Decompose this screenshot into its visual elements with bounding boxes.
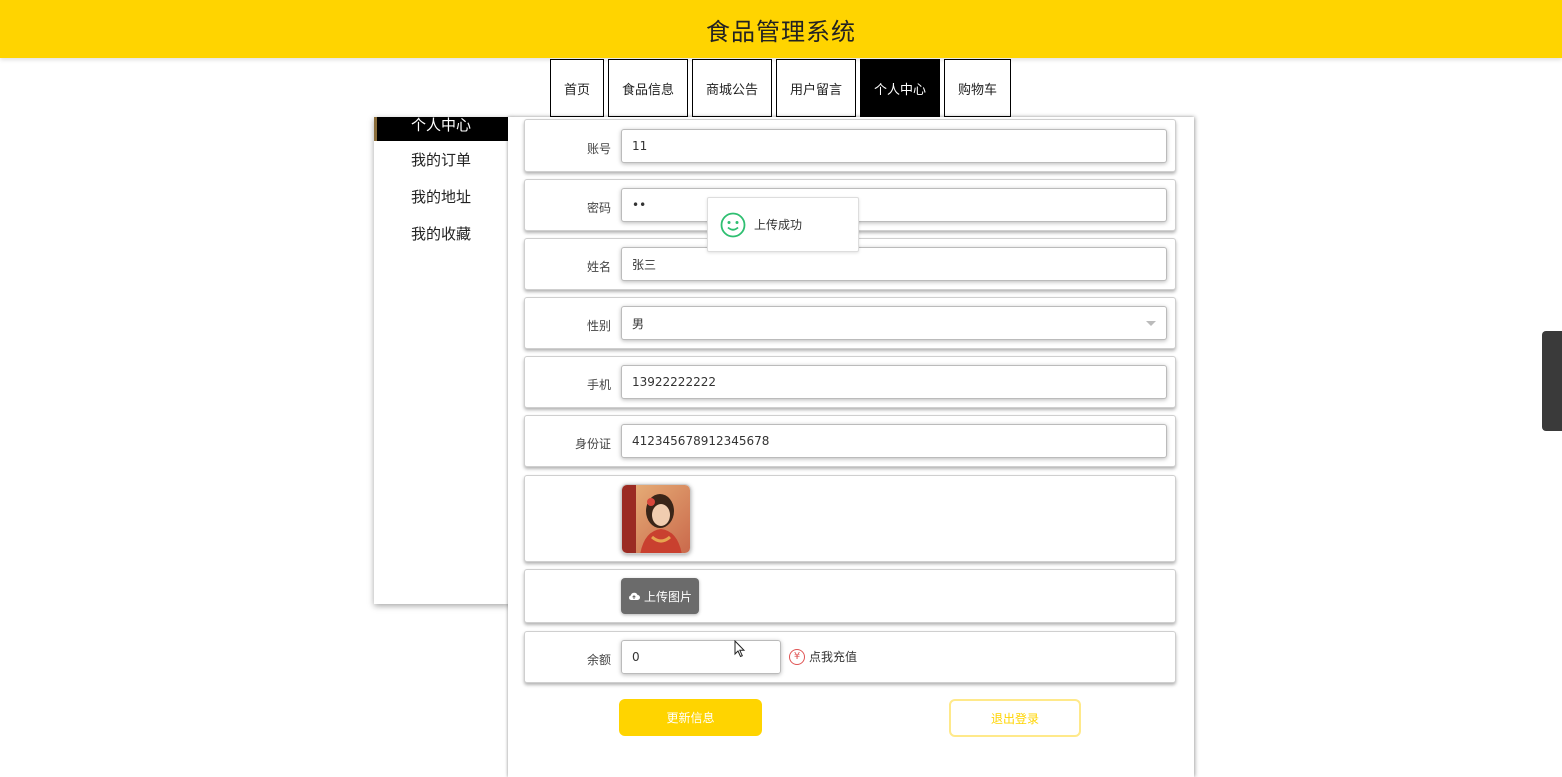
account-label: 账号 [586, 142, 611, 156]
sidebar-item-personal-center[interactable]: 个人中心 [374, 117, 510, 141]
cloud-upload-icon [629, 592, 640, 600]
recharge-link[interactable]: ¥ 点我充值 [789, 648, 857, 665]
gender-select[interactable]: 男 [621, 306, 1167, 340]
toast-message: 上传成功 [754, 218, 803, 232]
name-input[interactable]: 张三 [621, 247, 1167, 281]
gender-value: 男 [632, 316, 645, 331]
account-row: 账号 11 [524, 119, 1176, 172]
app-title: 食品管理系统 [706, 17, 856, 46]
password-label: 密码 [586, 201, 611, 215]
yen-icon: ¥ [789, 648, 805, 665]
side-drawer-handle[interactable] [1542, 331, 1562, 431]
update-info-button[interactable]: 更新信息 [619, 699, 762, 736]
sidebar-item-my-address[interactable]: 我的地址 [374, 178, 510, 215]
main-nav: 首页 食品信息 商城公告 用户留言 个人中心 购物车 [550, 59, 1011, 117]
avatar-row [524, 475, 1176, 562]
phone-label: 手机 [586, 378, 611, 392]
tab-food-info[interactable]: 食品信息 [608, 59, 688, 117]
tab-announcements[interactable]: 商城公告 [692, 59, 772, 117]
id-card-label: 身份证 [574, 437, 611, 451]
avatar-image[interactable] [621, 484, 691, 554]
gender-label: 性别 [586, 319, 611, 333]
phone-input[interactable]: 13922222222 [621, 365, 1167, 399]
logout-button[interactable]: 退出登录 [949, 699, 1081, 737]
id-card-row: 身份证 412345678912345678 [524, 415, 1176, 467]
password-input[interactable]: •• [621, 188, 1167, 222]
account-input[interactable]: 11 [621, 129, 1167, 163]
avatar-portrait-icon [622, 485, 690, 553]
recharge-label: 点我充值 [809, 650, 858, 664]
sidebar: 个人中心 我的订单 我的地址 我的收藏 [374, 117, 510, 604]
balance-row: 余额 0 ¥ 点我充值 [524, 631, 1176, 683]
name-label: 姓名 [586, 260, 611, 274]
phone-row: 手机 13922222222 [524, 356, 1176, 408]
sidebar-item-my-orders[interactable]: 我的订单 [374, 141, 510, 178]
tab-cart[interactable]: 购物车 [944, 59, 1011, 117]
upload-row: 上传图片 [524, 569, 1176, 623]
id-card-input[interactable]: 412345678912345678 [621, 424, 1167, 458]
tab-home[interactable]: 首页 [550, 59, 604, 117]
tab-messages[interactable]: 用户留言 [776, 59, 856, 117]
smile-icon [720, 212, 746, 237]
sidebar-item-my-favorites[interactable]: 我的收藏 [374, 215, 510, 252]
upload-image-button[interactable]: 上传图片 [621, 578, 699, 614]
mouse-cursor-icon [734, 640, 746, 658]
upload-button-label: 上传图片 [643, 589, 692, 604]
gender-row: 性别 男 [524, 297, 1176, 349]
balance-input[interactable]: 0 [621, 640, 781, 674]
app-header: 食品管理系统 [0, 0, 1562, 58]
tab-personal-center[interactable]: 个人中心 [860, 59, 940, 117]
chevron-down-icon [1146, 321, 1156, 326]
upload-success-toast: 上传成功 [707, 197, 859, 252]
balance-label: 余额 [586, 653, 611, 667]
